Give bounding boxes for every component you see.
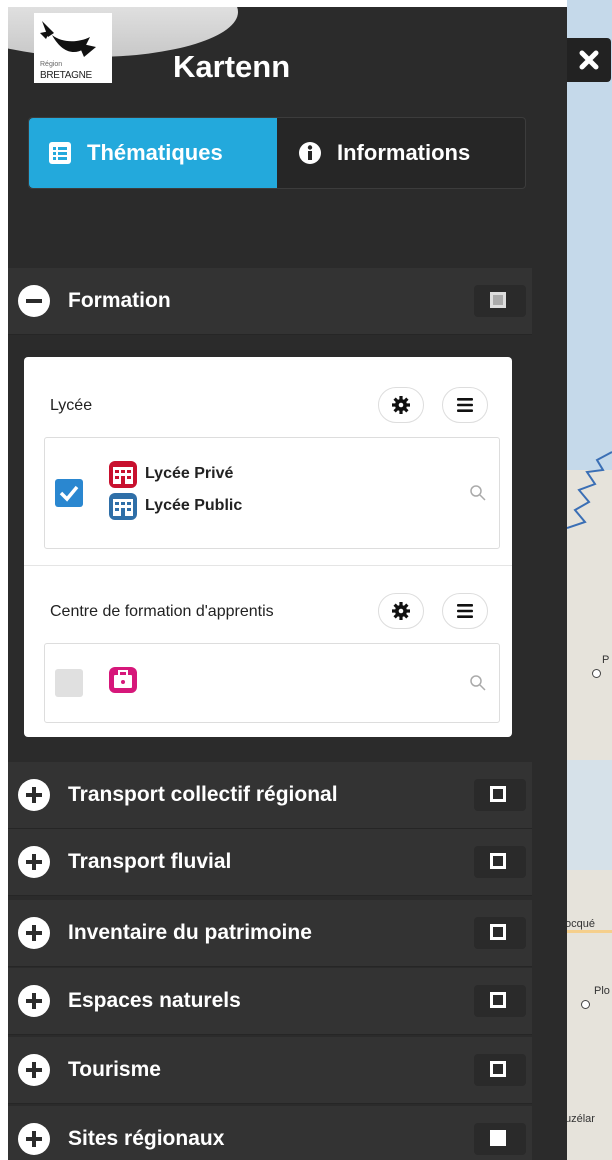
layer-title: Centre de formation d'apprentis — [50, 603, 274, 620]
category-label: Espaces naturels — [68, 989, 241, 1012]
category-checkbox[interactable] — [474, 779, 526, 811]
map-label: uzélar — [567, 1113, 595, 1125]
map-water-area — [567, 760, 612, 870]
category-label: Formation — [68, 289, 171, 312]
category-label: Transport collectif régional — [68, 783, 338, 806]
layer-visibility-checkbox[interactable] — [55, 479, 83, 507]
expand-icon[interactable] — [18, 846, 50, 878]
expand-icon[interactable] — [18, 1054, 50, 1086]
layer-visibility-checkbox[interactable] — [55, 669, 83, 697]
region-bretagne-logo: Région BRETAGNE — [34, 13, 112, 83]
category-checkbox[interactable] — [474, 917, 526, 949]
category-formation[interactable]: Formation — [8, 268, 532, 335]
map-label: P — [602, 654, 610, 666]
panel-tabs: Thématiques Informations — [28, 117, 526, 189]
layer-panel: Région BRETAGNE Kartenn Thématiques Info… — [8, 7, 567, 1160]
logo-bretagne-text: BRETAGNE — [40, 70, 92, 81]
collapse-icon[interactable] — [18, 285, 50, 317]
category-checkbox[interactable] — [474, 285, 526, 317]
formation-layers-card: Lycée Lycée Privé Lycée Public Centre de… — [24, 357, 512, 737]
hamburger-icon — [457, 398, 473, 412]
checkmark-icon — [59, 485, 79, 502]
cfa-icon — [109, 667, 137, 693]
app-title: Kartenn — [173, 49, 291, 84]
close-panel-button[interactable] — [567, 38, 611, 82]
legend-item — [107, 664, 145, 696]
logo-region-text: Région — [40, 61, 63, 68]
layer-menu-button[interactable] — [442, 387, 488, 423]
map-coastline — [567, 451, 612, 529]
lycee-prive-icon — [109, 461, 137, 488]
category-transport-collectif[interactable]: Transport collectif régional — [8, 762, 532, 829]
lycee-public-icon — [109, 493, 137, 520]
map-label: Plo — [594, 985, 610, 997]
legend-label: Lycée Privé — [145, 465, 234, 482]
category-checkbox[interactable] — [474, 985, 526, 1017]
category-transport-fluvial[interactable]: Transport fluvial — [8, 829, 532, 896]
expand-icon[interactable] — [18, 1123, 50, 1155]
layer-legend-box: Lycée Privé Lycée Public — [44, 437, 500, 549]
tab-informations[interactable]: Informations — [277, 118, 525, 188]
tab-thematiques[interactable]: Thématiques — [29, 118, 277, 188]
legend-item: Lycée Privé — [107, 458, 233, 490]
category-espaces-naturels[interactable]: Espaces naturels — [8, 968, 532, 1035]
list-icon — [47, 140, 73, 166]
gear-icon — [392, 602, 410, 620]
search-icon[interactable] — [469, 484, 487, 502]
expand-icon[interactable] — [18, 985, 50, 1017]
layer-menu-button[interactable] — [442, 593, 488, 629]
search-icon[interactable] — [469, 674, 487, 692]
close-icon — [579, 50, 599, 70]
category-label: Inventaire du patrimoine — [68, 921, 312, 944]
gear-icon — [392, 396, 410, 414]
category-checkbox[interactable] — [474, 846, 526, 878]
category-label: Transport fluvial — [68, 850, 232, 873]
tab-label: Thématiques — [87, 140, 223, 165]
category-label: Tourisme — [68, 1058, 161, 1081]
map-label: ocqué — [567, 918, 595, 930]
category-label: Sites régionaux — [68, 1127, 225, 1150]
info-icon — [297, 140, 323, 166]
layer-divider — [24, 565, 512, 566]
expand-icon[interactable] — [18, 779, 50, 811]
category-checkbox[interactable] — [474, 1123, 526, 1155]
layer-settings-button[interactable] — [378, 387, 424, 423]
hamburger-icon — [457, 604, 473, 618]
layer-settings-button[interactable] — [378, 593, 424, 629]
category-checkbox[interactable] — [474, 1054, 526, 1086]
category-inventaire-patrimoine[interactable]: Inventaire du patrimoine — [8, 900, 532, 967]
category-sites-regionaux[interactable]: Sites régionaux — [8, 1106, 532, 1160]
category-tourisme[interactable]: Tourisme — [8, 1037, 532, 1104]
map-view[interactable]: P ocqué Plo uzélar — [567, 0, 612, 1160]
expand-icon[interactable] — [18, 917, 50, 949]
layer-title: Lycée — [50, 397, 93, 414]
layer-legend-box — [44, 643, 500, 723]
map-road — [567, 930, 612, 933]
tab-label: Informations — [337, 140, 471, 165]
map-place-marker — [581, 1000, 590, 1009]
map-place-marker — [592, 669, 601, 678]
legend-label: Lycée Public — [145, 497, 243, 514]
legend-item: Lycée Public — [107, 490, 242, 522]
